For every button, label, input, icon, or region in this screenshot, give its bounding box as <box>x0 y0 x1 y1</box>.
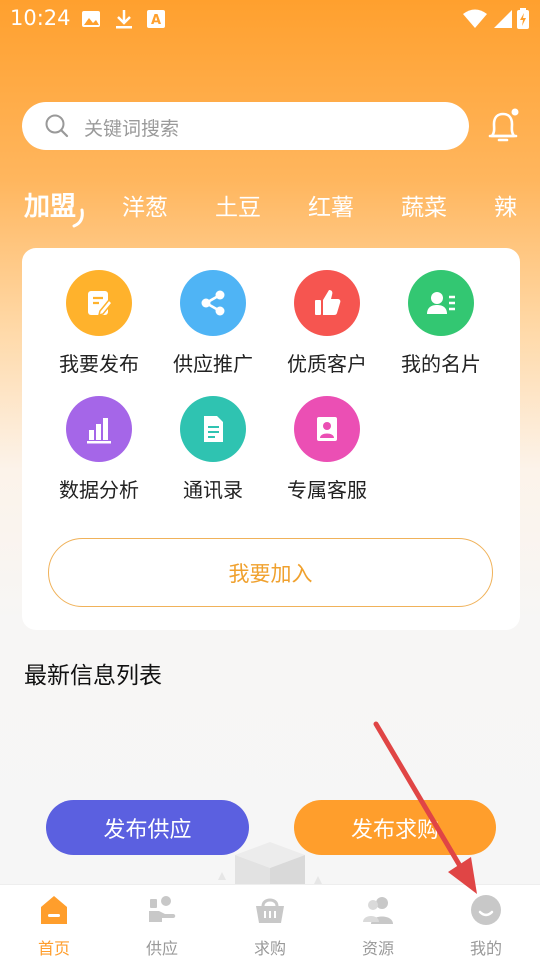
grid-label: 专属客服 <box>287 478 367 502</box>
function-card: 我要发布 供应推广 优质客户 我的名片 数据分析 通讯录 专属客服 我要加入 <box>22 248 520 630</box>
tab-home[interactable]: 首页 <box>0 893 108 958</box>
latest-info-title: 最新信息列表 <box>24 663 162 689</box>
category-tab-vegetables[interactable]: 蔬菜 <box>401 188 447 222</box>
notification-bell-icon[interactable] <box>484 106 524 146</box>
battery-icon <box>517 8 529 29</box>
search-icon <box>45 114 69 138</box>
active-tab-indicator <box>72 208 84 228</box>
share-icon <box>201 290 225 316</box>
analytics-circle <box>66 396 132 462</box>
grid-item-publish[interactable]: 我要发布 <box>42 270 156 390</box>
tab-resources[interactable]: 资源 <box>324 893 432 958</box>
edit-icon <box>88 291 114 317</box>
category-tab-pepper[interactable]: 辣 <box>494 188 517 222</box>
card-circle <box>408 270 474 336</box>
wifi-icon <box>463 9 487 28</box>
tab-supply[interactable]: 供应 <box>108 893 216 958</box>
gallery-icon <box>82 11 100 27</box>
tab-demand[interactable]: 求购 <box>216 893 324 958</box>
basket-icon <box>256 898 284 923</box>
status-time: 10:24 <box>10 6 71 30</box>
tab-label: 我的 <box>469 939 502 958</box>
grid-label: 我的名片 <box>401 352 481 376</box>
status-bar: 10:24 A <box>0 0 540 40</box>
category-tab-join[interactable]: 加盟 <box>24 186 76 223</box>
grid-label: 供应推广 <box>173 352 253 376</box>
grid-item-clients[interactable]: 优质客户 <box>270 270 384 390</box>
category-tab-sweet-potato[interactable]: 红薯 <box>308 188 354 222</box>
profile-icon <box>471 895 501 925</box>
contact-card-icon <box>427 292 455 314</box>
grid-item-analytics[interactable]: 数据分析 <box>42 396 156 516</box>
grid-item-card[interactable]: 我的名片 <box>384 270 498 390</box>
category-tab-potato[interactable]: 土豆 <box>215 188 261 222</box>
grid-item-contacts[interactable]: 通讯录 <box>156 396 270 516</box>
tab-label: 求购 <box>253 939 286 958</box>
document-icon <box>204 416 223 442</box>
contacts-circle <box>180 396 246 462</box>
svg-text:A: A <box>151 13 161 28</box>
grid-label: 通讯录 <box>183 478 243 502</box>
people-icon <box>363 897 393 924</box>
home-icon <box>41 896 67 924</box>
grid-label: 优质客户 <box>287 352 367 376</box>
thumbs-up-icon <box>315 290 341 315</box>
supply-icon <box>149 896 176 922</box>
promote-circle <box>180 270 246 336</box>
tab-label: 供应 <box>145 939 178 958</box>
publish-circle <box>66 270 132 336</box>
tab-label: 首页 <box>37 939 70 958</box>
join-button[interactable]: 我要加入 <box>48 538 493 607</box>
grid-label: 我要发布 <box>59 352 139 376</box>
publish-demand-button[interactable]: 发布求购 <box>294 800 496 855</box>
grid-item-promote[interactable]: 供应推广 <box>156 270 270 390</box>
customer-service-icon <box>317 417 337 441</box>
grid-item-support[interactable]: 专属客服 <box>270 396 384 516</box>
publish-supply-button[interactable]: 发布供应 <box>46 800 249 855</box>
font-icon: A <box>147 10 165 28</box>
search-bar[interactable]: 关键词搜索 <box>22 102 469 150</box>
clients-circle <box>294 270 360 336</box>
grid-label: 数据分析 <box>59 478 139 502</box>
tab-mine[interactable]: 我的 <box>432 893 540 958</box>
bar-chart-icon <box>87 418 111 444</box>
signal-icon <box>494 10 512 28</box>
support-circle <box>294 396 360 462</box>
category-tab-onion[interactable]: 洋葱 <box>122 188 168 222</box>
search-input[interactable]: 关键词搜索 <box>84 114 179 141</box>
bottom-tab-bar: 首页 供应 求购 资源 我的 <box>0 884 540 960</box>
download-icon <box>116 10 132 29</box>
tab-label: 资源 <box>361 939 394 958</box>
